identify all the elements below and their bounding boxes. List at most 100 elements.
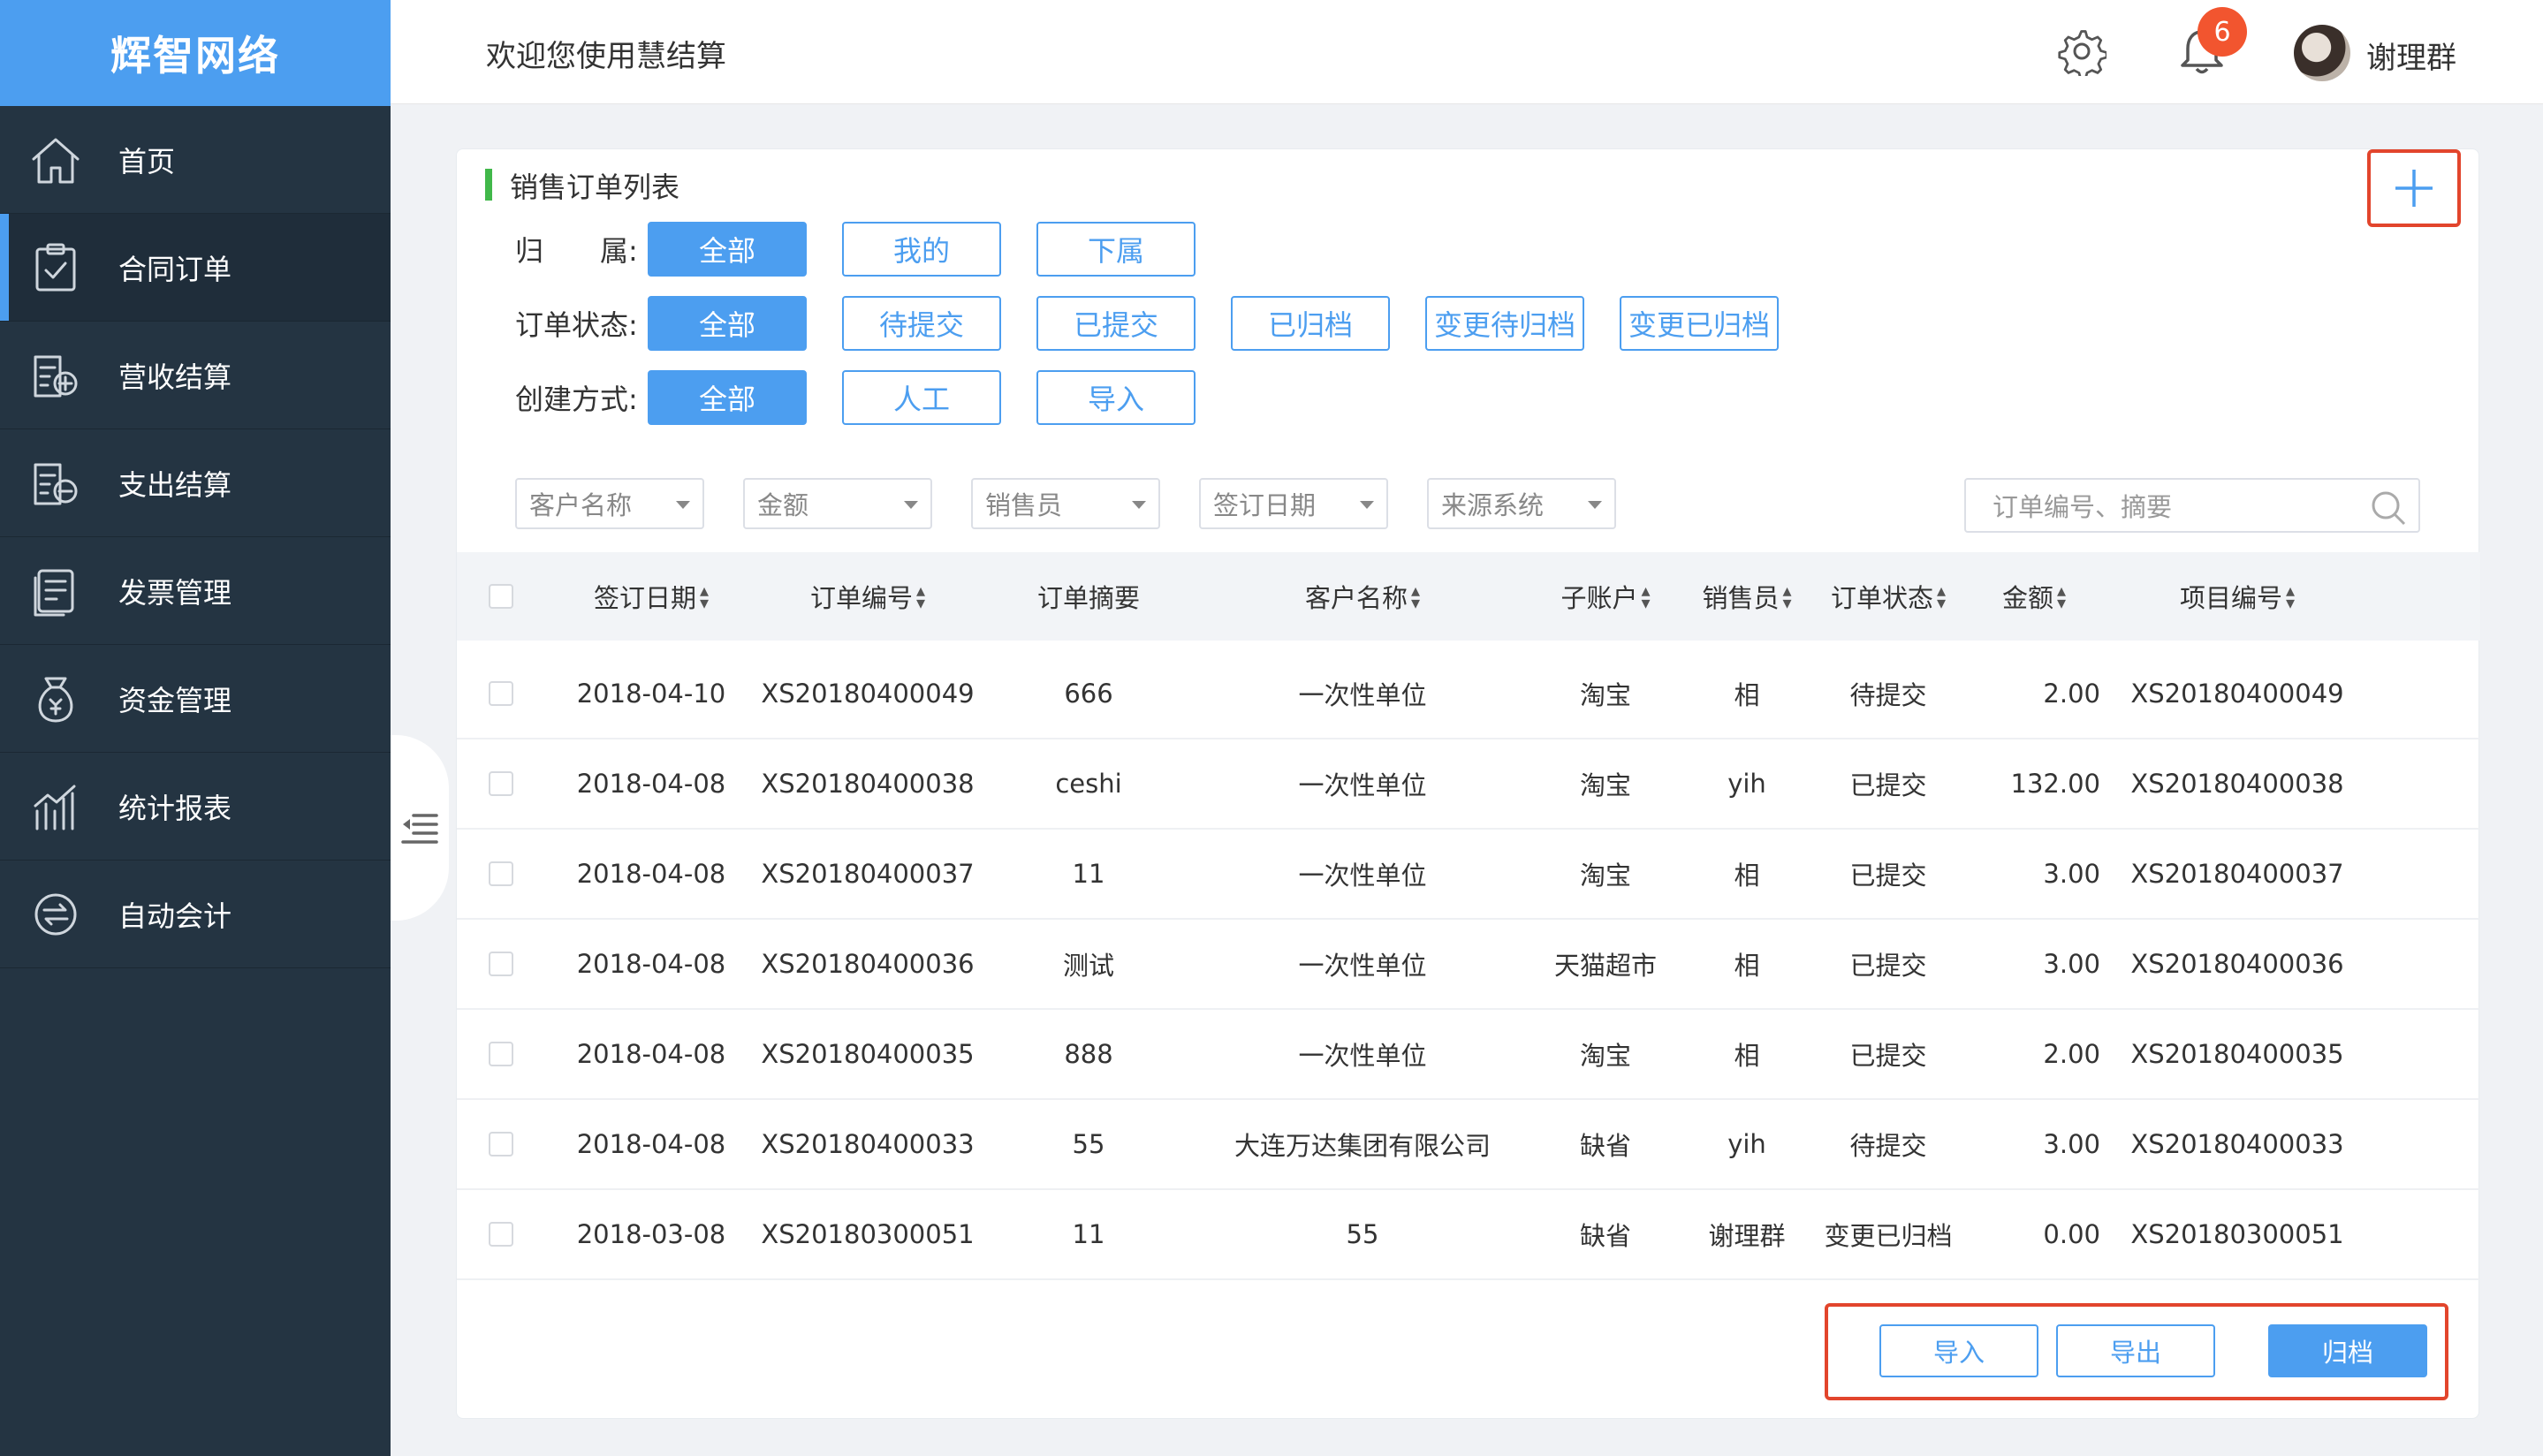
sort-icon[interactable]: ▴ ▾ — [1782, 581, 1791, 611]
export-button[interactable]: 导出 — [2056, 1324, 2215, 1377]
table-row[interactable]: 2018-04-08 XS20180400036 测试 一次性单位 天猫超市 相 已提交 3.… — [457, 920, 2480, 1010]
filter-ownership: 归 属: 全部 我的 下属 — [515, 222, 1231, 277]
sort-icon[interactable]: ▴ ▾ — [1937, 581, 1946, 611]
filter-option-button[interactable]: 人工 — [842, 370, 1001, 425]
table-header: 签订日期 ▴ ▾ 订单编号 ▴ ▾ 订单摘要 客户名称 ▴ ▾ 子账户 ▴ ▾ 销售员 ▴ ▾ 订单状态 ▴ ▾ 金额… — [457, 552, 2480, 641]
sidebar-item[interactable]: 发票管理 — [0, 537, 391, 645]
search-icon[interactable] — [2369, 489, 2408, 527]
filter-option-button[interactable]: 全部 — [648, 222, 807, 277]
sidebar-nav: 首页 合同订单 营收结算 支出结算 发票管理 资金管理 统计报表 自动会计 — [0, 106, 391, 968]
table-cell: 变更已归档 — [1824, 1221, 1953, 1251]
filter-option-button[interactable]: 已归档 — [1231, 296, 1390, 351]
archive-button[interactable]: 归档 — [2268, 1324, 2427, 1377]
row-checkbox[interactable] — [489, 1132, 513, 1156]
table-row[interactable]: 2018-04-08 XS20180400033 55 大连万达集团有限公司 缺省 yih… — [457, 1100, 2480, 1190]
table-row[interactable]: 2018-04-08 XS20180400038 ceshi 一次性单位 淘宝 yih 已提… — [457, 739, 2480, 830]
filter-option-button[interactable]: 全部 — [648, 296, 807, 351]
column-header: 订单摘要 — [987, 552, 1190, 641]
table-row[interactable]: 2018-04-08 XS20180400035 888 一次性单位 淘宝 相 已提交 2.0… — [457, 1010, 2480, 1100]
filter-option-button[interactable]: 下属 — [1036, 222, 1196, 277]
filter-status: 订单状态: 全部 待提交 已提交 已归档 变更待归档 变更已归档 — [515, 296, 1814, 351]
filter-option-button[interactable]: 我的 — [842, 222, 1001, 277]
table-cell: XS20180400038 — [2130, 769, 2344, 799]
sort-icon[interactable]: ▴ ▾ — [1411, 581, 1420, 611]
select-value: 销售员 — [985, 490, 1063, 520]
sidebar-item[interactable]: 自动会计 — [0, 861, 391, 968]
sort-icon[interactable]: ▴ ▾ — [916, 581, 925, 611]
collapse-sidebar-button[interactable] — [391, 735, 449, 921]
row-checkbox[interactable] — [489, 1222, 513, 1247]
filter-select[interactable]: 客户名称 — [515, 478, 704, 529]
income-icon — [28, 348, 83, 403]
search-placeholder: 订单编号、摘要 — [1993, 492, 2173, 522]
table-cell: XS20180400049 — [761, 679, 975, 709]
table-row[interactable]: 2018-04-10 XS20180400049 666 一次性单位 淘宝 相 待提交 2.0… — [457, 649, 2480, 739]
sidebar-item[interactable]: 合同订单 — [0, 214, 391, 322]
filter-option-button[interactable]: 导入 — [1036, 370, 1196, 425]
table-cell: 888 — [1064, 1039, 1113, 1069]
column-header-label: 项目编号 — [2179, 583, 2282, 613]
sidebar-item[interactable]: 资金管理 — [0, 645, 391, 753]
table-cell: XS20180400035 — [2130, 1039, 2344, 1069]
table-cell: 666 — [1064, 679, 1113, 709]
row-checkbox[interactable] — [489, 861, 513, 886]
sidebar-item[interactable]: 支出结算 — [0, 429, 391, 537]
filter-select[interactable]: 签订日期 — [1199, 478, 1388, 529]
row-checkbox[interactable] — [489, 681, 513, 706]
filter-option-button[interactable]: 已提交 — [1036, 296, 1196, 351]
sort-icon[interactable]: ▴ ▾ — [2057, 581, 2066, 611]
column-header[interactable]: 销售员 ▴ ▾ — [1685, 552, 1809, 641]
row-checkbox[interactable] — [489, 952, 513, 976]
table-cell: 缺省 — [1579, 1131, 1631, 1161]
gear-icon[interactable] — [2057, 27, 2107, 76]
filter-option-button[interactable]: 变更已归档 — [1620, 296, 1779, 351]
table-row[interactable]: 2018-04-08 XS20180400037 11 一次性单位 淘宝 相 已提交 3.00… — [457, 830, 2480, 920]
filter-option-button[interactable]: 全部 — [648, 370, 807, 425]
sort-icon[interactable]: ▴ ▾ — [700, 581, 709, 611]
row-checkbox[interactable] — [489, 1042, 513, 1066]
table-cell: 淘宝 — [1579, 770, 1631, 800]
column-header[interactable]: 签订日期 ▴ ▾ — [563, 552, 740, 641]
column-header-label: 订单状态 — [1830, 583, 1933, 613]
column-header[interactable]: 订单编号 ▴ ▾ — [757, 552, 978, 641]
card-title: 销售订单列表 — [510, 171, 680, 204]
table-cell: XS20180400037 — [2130, 859, 2344, 889]
table-cell: XS20180400035 — [761, 1039, 975, 1069]
username[interactable]: 谢理群 — [2366, 34, 2456, 77]
add-order-button[interactable] — [2367, 149, 2461, 227]
table-cell: 一次性单位 — [1298, 861, 1427, 891]
sort-icon[interactable]: ▴ ▾ — [1641, 581, 1650, 611]
column-header[interactable]: 金额 ▴ ▾ — [1968, 552, 2100, 641]
welcome-text: 欢迎您使用慧结算 — [486, 39, 726, 74]
sidebar-item-label: 营收结算 — [118, 360, 232, 394]
select-all-checkbox[interactable] — [489, 584, 513, 609]
search-input[interactable]: 订单编号、摘要 — [1964, 478, 2420, 533]
sidebar-item[interactable]: 统计报表 — [0, 753, 391, 861]
table-cell: 2018-03-08 — [576, 1219, 726, 1249]
chevron-down-icon — [904, 501, 918, 509]
sidebar-item[interactable]: 首页 — [0, 106, 391, 214]
filter-option-button[interactable]: 变更待归档 — [1425, 296, 1584, 351]
import-button[interactable]: 导入 — [1879, 1324, 2038, 1377]
sidebar-item-label: 发票管理 — [118, 575, 232, 610]
table-cell: 相 — [1734, 680, 1760, 710]
table-cell: 2018-04-08 — [576, 769, 726, 799]
filter-select[interactable]: 金额 — [743, 478, 932, 529]
column-header[interactable]: 客户名称 ▴ ▾ — [1199, 552, 1526, 641]
row-checkbox[interactable] — [489, 771, 513, 796]
column-header[interactable]: 订单状态 ▴ ▾ — [1818, 552, 1959, 641]
avatar[interactable] — [2294, 25, 2350, 81]
filter-option-button[interactable]: 待提交 — [842, 296, 1001, 351]
filter-select[interactable]: 销售员 — [971, 478, 1160, 529]
table-cell: 已提交 — [1849, 951, 1927, 981]
sort-icon[interactable]: ▴ ▾ — [2286, 581, 2295, 611]
table-row[interactable]: 2018-03-08 XS20180300051 11 55 缺省 谢理群 变更已归档 0.0… — [457, 1190, 2480, 1280]
column-header[interactable]: 项目编号 ▴ ▾ — [2109, 552, 2365, 641]
sidebar-item[interactable]: 营收结算 — [0, 322, 391, 429]
table-cell: 淘宝 — [1579, 680, 1631, 710]
table-cell: 待提交 — [1849, 680, 1927, 710]
table-cell: 3.00 — [2043, 859, 2100, 889]
column-header[interactable]: 子账户 ▴ ▾ — [1535, 552, 1676, 641]
table-cell: XS20180400038 — [761, 769, 975, 799]
filter-select[interactable]: 来源系统 — [1427, 478, 1616, 529]
